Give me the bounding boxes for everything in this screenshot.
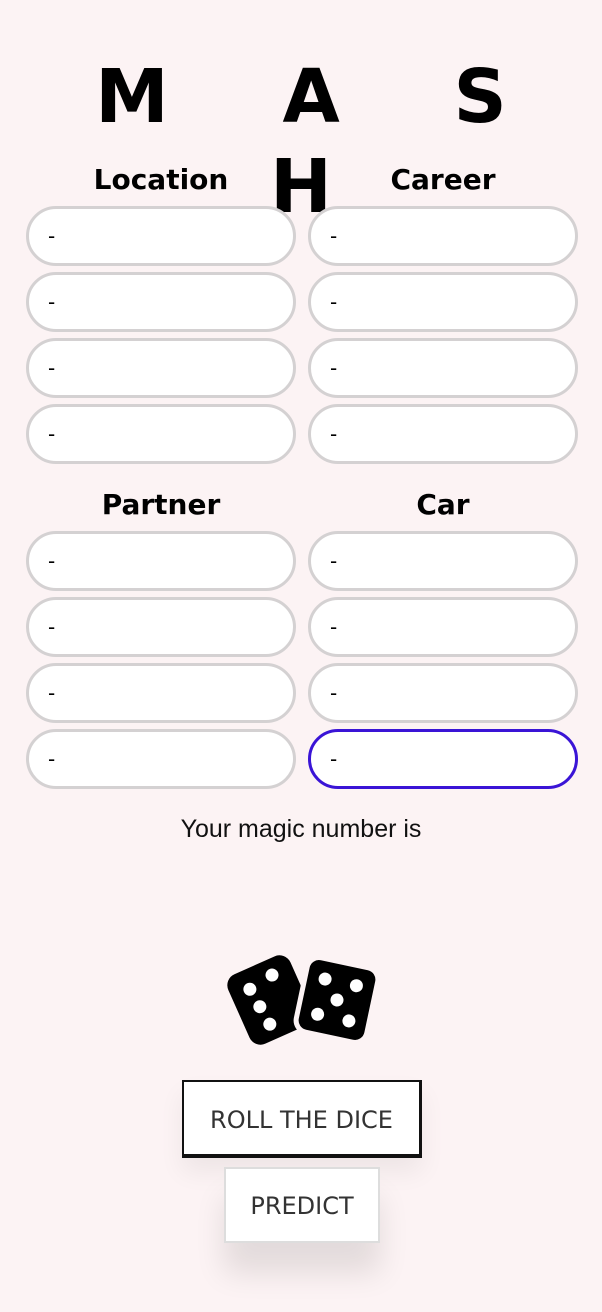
group-title-car: Car — [416, 488, 470, 521]
car-input-4[interactable]: - — [308, 729, 578, 789]
group-career: Career - - - - — [308, 160, 578, 464]
group-title-location: Location — [93, 163, 229, 196]
predict-button[interactable]: PREDICT — [224, 1167, 380, 1243]
career-input-3[interactable]: - — [308, 338, 578, 398]
dice-icon — [224, 948, 384, 1054]
career-input-4[interactable]: - — [308, 404, 578, 464]
roll-dice-button[interactable]: ROLL THE DICE — [182, 1080, 422, 1158]
career-input-2[interactable]: - — [308, 272, 578, 332]
partner-input-1[interactable]: - — [26, 531, 296, 591]
car-input-1[interactable]: - — [308, 531, 578, 591]
location-input-3[interactable]: - — [26, 338, 296, 398]
group-title-partner: Partner — [101, 488, 221, 521]
group-title-career: Career — [390, 163, 496, 196]
partner-input-4[interactable]: - — [26, 729, 296, 789]
partner-input-3[interactable]: - — [26, 663, 296, 723]
partner-input-2[interactable]: - — [26, 597, 296, 657]
location-input-2[interactable]: - — [26, 272, 296, 332]
group-partner: Partner - - - - — [26, 485, 296, 789]
group-location: Location - - - - — [26, 160, 296, 464]
location-input-4[interactable]: - — [26, 404, 296, 464]
car-input-2[interactable]: - — [308, 597, 578, 657]
car-input-3[interactable]: - — [308, 663, 578, 723]
magic-number-label: Your magic number is — [180, 815, 422, 843]
group-car: Car - - - - — [308, 485, 578, 789]
location-input-1[interactable]: - — [26, 206, 296, 266]
career-input-1[interactable]: - — [308, 206, 578, 266]
